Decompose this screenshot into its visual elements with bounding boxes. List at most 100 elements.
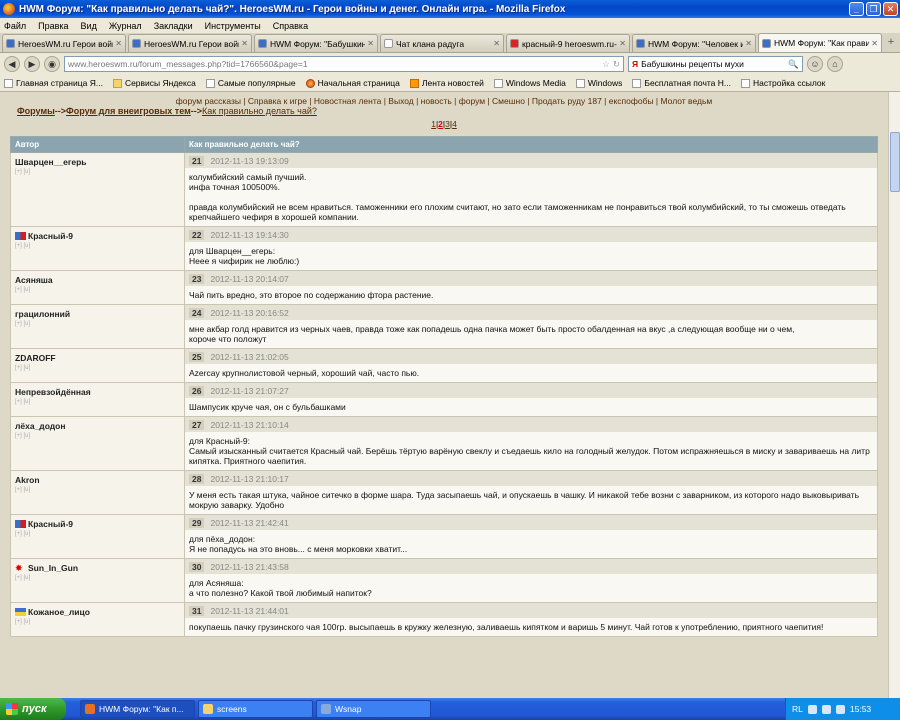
post-number[interactable]: 27 [189, 419, 205, 430]
post-author[interactable]: Красный-9 [15, 231, 180, 241]
window-title-bar[interactable]: HWM Форум: "Как правильно делать чай?". … [0, 0, 900, 18]
post-text-line: Я не попадусь на это вновь... с меня мор… [189, 544, 408, 554]
menu-help[interactable]: Справка [273, 21, 308, 31]
scrollbar-thumb[interactable] [890, 132, 900, 192]
post-author[interactable]: лёха_додон [15, 421, 180, 431]
search-magnifier-icon[interactable]: 🔍 [788, 59, 799, 70]
post-author-cell: лёха_додон [+] [u] [10, 416, 185, 471]
search-box[interactable]: Я Бабушкины рецепты мухи 🔍 [628, 56, 803, 72]
author-info-links[interactable]: [+] [u] [15, 321, 180, 327]
bookmark-item[interactable]: Windows [575, 78, 623, 88]
tray-icon[interactable] [821, 704, 831, 714]
bookmark-item[interactable]: Сервисы Яндекса [112, 78, 196, 88]
taskbar-button[interactable]: HWM Форум: "Как п... [80, 700, 195, 718]
tab-close-icon[interactable]: ✕ [115, 39, 122, 48]
author-info-links[interactable]: [+] [u] [15, 531, 180, 537]
taskbar-app-icon [85, 704, 95, 714]
breadcrumb-topic[interactable]: Как правильно делать чай? [202, 106, 317, 116]
restore-button[interactable]: ❐ [866, 2, 881, 16]
taskbar-button[interactable]: screens [198, 700, 313, 718]
breadcrumb-forum[interactable]: Форум для внеигровых тем [66, 106, 191, 116]
bookmark-item[interactable]: Главная страница Я... [4, 78, 103, 88]
forward-button[interactable]: ▶ [24, 56, 40, 72]
author-info-links[interactable]: [+] [u] [15, 433, 180, 439]
browser-tab[interactable]: красный-9 heroeswm.ru-... ✕ [506, 34, 630, 52]
post-number[interactable]: 29 [189, 517, 205, 528]
bookmark-item[interactable]: Начальная страница [305, 78, 400, 88]
browser-tab[interactable]: HWM Форум: "Бабушкин... ✕ [254, 34, 378, 52]
back-button[interactable]: ◀ [4, 56, 20, 72]
menu-edit[interactable]: Правка [38, 21, 68, 31]
breadcrumb-forums[interactable]: Форумы [17, 106, 55, 116]
new-tab-button[interactable]: + [884, 36, 898, 52]
author-info-links[interactable]: [+] [u] [15, 287, 180, 293]
tray-icon[interactable] [807, 704, 817, 714]
page-scrollbar[interactable] [888, 92, 900, 698]
home-icon[interactable]: ⌂ [827, 56, 843, 72]
post-author[interactable]: ✸ Sun_In_Gun [15, 563, 180, 573]
forum-top-links[interactable]: форум рассказы | Справка к игре | Новост… [0, 92, 888, 106]
post-number[interactable]: 22 [189, 229, 205, 240]
start-button[interactable]: пуск [0, 698, 66, 720]
author-info-links[interactable]: [+] [u] [15, 169, 180, 175]
tray-icon[interactable] [835, 704, 845, 714]
author-info-links[interactable]: [+] [u] [15, 575, 180, 581]
post-author-name: лёха_додон [15, 421, 66, 431]
minimize-button[interactable]: _ [849, 2, 864, 16]
menu-bookmarks[interactable]: Закладки [154, 21, 193, 31]
browser-tab[interactable]: HeroesWM.ru Герои войн... ✕ [2, 34, 126, 52]
menu-tools[interactable]: Инструменты [205, 21, 261, 31]
page-link[interactable]: 4 [452, 119, 457, 129]
menu-view[interactable]: Вид [81, 21, 97, 31]
author-info-links[interactable]: [+] [u] [15, 487, 180, 493]
author-info-links[interactable]: [+] [u] [15, 365, 180, 371]
post-number[interactable]: 25 [189, 351, 205, 362]
post-author[interactable]: Красный-9 [15, 519, 180, 529]
post-number[interactable]: 23 [189, 273, 205, 284]
post-author[interactable]: ZDAROFF [15, 353, 180, 363]
browser-tab[interactable]: HWM Форум: "Как прави... ✕ [758, 33, 882, 52]
menu-history[interactable]: Журнал [109, 21, 142, 31]
post-number[interactable]: 31 [189, 605, 205, 616]
browser-tab[interactable]: Чат клана радуга ✕ [380, 34, 504, 52]
tab-close-icon[interactable]: ✕ [619, 39, 626, 48]
post-author[interactable]: Akron [15, 475, 180, 485]
bookmark-item[interactable]: Самые популярные [205, 78, 296, 88]
bookmark-item[interactable]: Бесплатная почта H... [632, 78, 731, 88]
post-body-cell: 28 2012-11-13 21:10:17 У меня есть такая ш… [184, 470, 878, 515]
post-author[interactable]: Непревзойдённая [15, 387, 180, 397]
taskbar-button[interactable]: Wsnap [316, 700, 431, 718]
close-button[interactable]: ✕ [883, 2, 898, 16]
language-indicator[interactable]: RL [792, 704, 803, 714]
post-number[interactable]: 21 [189, 155, 205, 166]
bookmark-star-icon[interactable]: ☆ [602, 59, 610, 70]
post-author[interactable]: Шварцен__егерь [15, 157, 180, 167]
post-number[interactable]: 24 [189, 307, 205, 318]
tab-close-icon[interactable]: ✕ [871, 39, 878, 48]
browser-tab[interactable]: HWM Форум: "Человек и... ✕ [632, 34, 756, 52]
post-author[interactable]: Кожаное_лицо [15, 607, 180, 617]
post-author-cell: Красный-9 [+] [u] [10, 226, 185, 271]
menu-file[interactable]: Файл [4, 21, 26, 31]
post-number[interactable]: 28 [189, 473, 205, 484]
reload-icon[interactable]: ↻ [613, 59, 620, 70]
tab-close-icon[interactable]: ✕ [367, 39, 374, 48]
browser-tab[interactable]: HeroesWM.ru Герои войн... ✕ [128, 34, 252, 52]
post-number[interactable]: 26 [189, 385, 205, 396]
bookmark-item[interactable]: Настройка ссылок [741, 78, 825, 88]
home-page-icon[interactable]: ◉ [44, 56, 60, 72]
address-bar[interactable]: www.heroeswm.ru/forum_messages.php?tid=1… [64, 56, 624, 72]
bookmark-label: Windows [587, 78, 623, 88]
post-author[interactable]: грацилонний [15, 309, 180, 319]
bookmark-item[interactable]: Windows Media [493, 78, 566, 88]
author-info-links[interactable]: [+] [u] [15, 399, 180, 405]
tab-close-icon[interactable]: ✕ [493, 39, 500, 48]
author-info-links[interactable]: [+] [u] [15, 243, 180, 249]
tab-close-icon[interactable]: ✕ [241, 39, 248, 48]
author-info-links[interactable]: [+] [u] [15, 619, 180, 625]
post-number[interactable]: 30 [189, 561, 205, 572]
tab-close-icon[interactable]: ✕ [745, 39, 752, 48]
bookmark-item[interactable]: Лента новостей [409, 78, 484, 88]
addon-icon[interactable]: ☺ [807, 56, 823, 72]
post-author[interactable]: Асяняша [15, 275, 180, 285]
